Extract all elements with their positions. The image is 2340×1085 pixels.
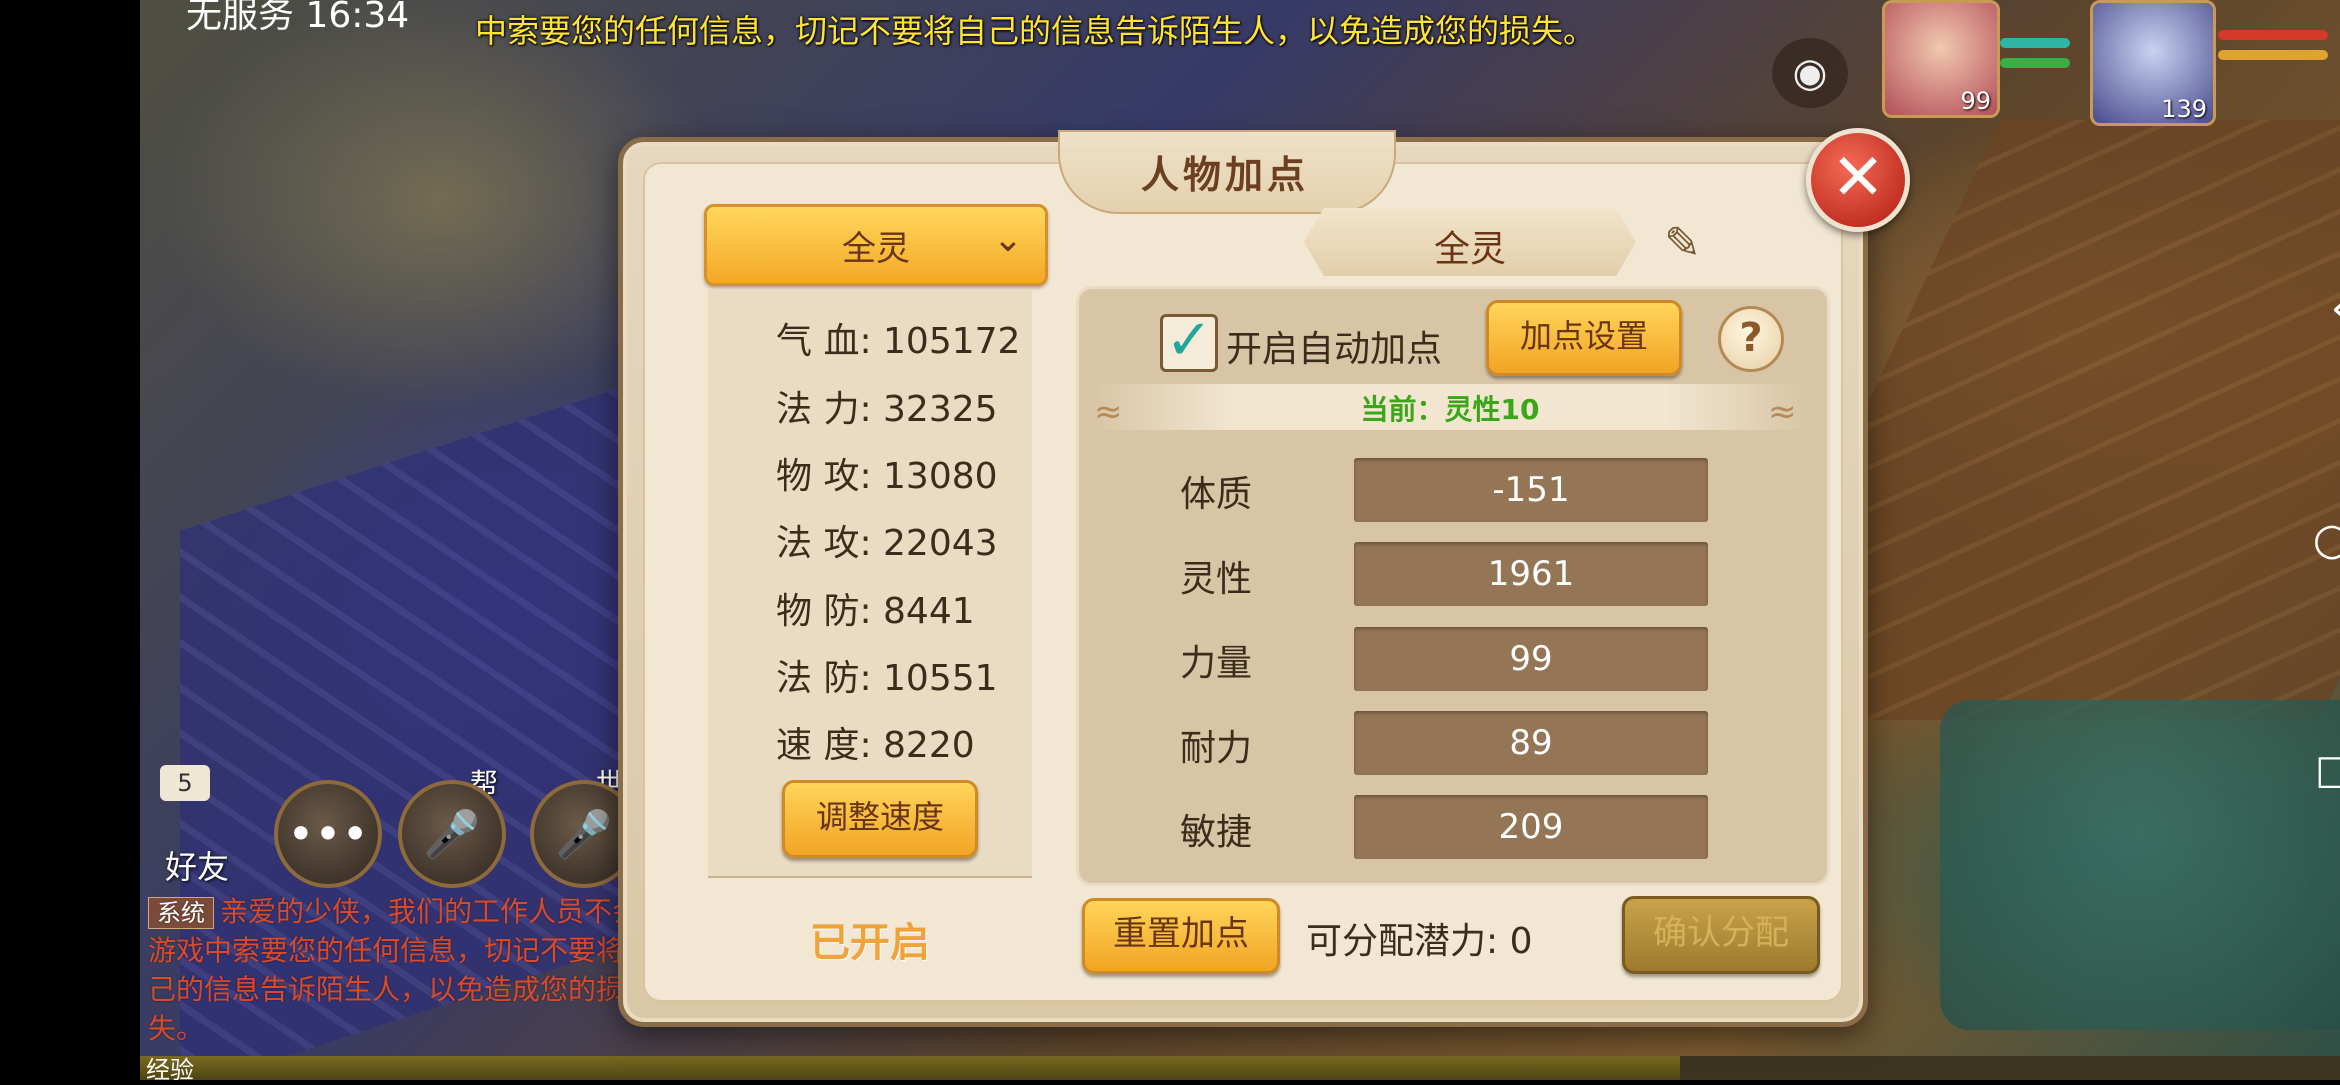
status-bar-left: 无服务 16:34 <box>186 0 409 38</box>
chat-system-tag: 系统 <box>148 897 214 929</box>
reset-points-button[interactable]: 重置加点 <box>1082 898 1280 974</box>
attr-label-endurance: 耐力 <box>1180 728 1253 769</box>
player-exp-bar <box>2000 58 2070 68</box>
scheme-dropdown[interactable]: 全灵 ⌄ <box>704 204 1048 286</box>
scheme-name-tab[interactable]: 全灵 <box>1304 208 1636 276</box>
player-level: 99 <box>1960 87 1991 115</box>
pet-mp-bar <box>2218 50 2328 60</box>
carrier-text: 无服务 <box>186 0 295 36</box>
scheme-tab-label: 全灵 <box>1433 229 1506 270</box>
adjust-speed-button[interactable]: 调整速度 <box>782 780 978 858</box>
stat-magic-defense: 法 防: 10551 <box>776 658 998 699</box>
pencil-icon[interactable]: ✎ <box>1664 218 1701 269</box>
add-settings-button[interactable]: 加点设置 <box>1486 300 1682 376</box>
stat-mp: 法 力: 32325 <box>776 389 998 430</box>
friend-label[interactable]: 好友 <box>165 842 229 888</box>
attr-label-constitution: 体质 <box>1180 474 1253 515</box>
chat-message: 系统 亲爱的少侠，我们的工作人员不会在游戏中索要您的任何信息，切记不要将自己的信息… <box>148 892 668 1048</box>
close-icon[interactable]: ✕ <box>1806 128 1910 232</box>
enabled-status: 已开启 <box>810 920 930 966</box>
exp-bar <box>140 1056 2340 1080</box>
attr-label-strength: 力量 <box>1180 643 1253 684</box>
stat-magic-attack: 法 攻: 22043 <box>776 523 998 564</box>
current-allocation: 当前：灵性10 <box>1360 393 1540 426</box>
pet-hp-bar <box>2218 30 2328 40</box>
potential-label: 可分配潜力: <box>1306 921 1499 962</box>
divider <box>708 876 1032 878</box>
attr-value-constitution: -151 <box>1354 458 1708 522</box>
potential-value: 0 <box>1509 921 1533 962</box>
auto-add-label: 开启自动加点 <box>1226 329 1443 370</box>
home-nav-icon[interactable]: ○ <box>2308 516 2340 564</box>
attr-value-spirit: 1961 <box>1354 542 1708 606</box>
system-marquee: 中索要您的任何信息，切记不要将自己的信息告诉陌生人，以免造成您的损失。 <box>475 12 1596 50</box>
chevron-down-icon: ⌄ <box>992 219 1023 260</box>
chat-text: 亲爱的少侠，我们的工作人员不会在游戏中索要您的任何信息，切记不要将自己的信息告诉… <box>148 895 669 1045</box>
confirm-allocation-button[interactable]: 确认分配 <box>1622 896 1820 974</box>
camera-icon[interactable]: ◉ <box>1772 38 1848 108</box>
player-avatar[interactable]: 99 <box>1882 0 2000 118</box>
stat-speed: 速 度: 8220 <box>776 725 975 766</box>
stat-hp: 气 血: 105172 <box>776 321 1021 362</box>
help-icon[interactable]: ? <box>1718 306 1784 372</box>
attr-value-strength: 99 <box>1354 627 1708 691</box>
pet-level: 139 <box>2161 95 2207 123</box>
attr-value-agility: 209 <box>1354 795 1708 859</box>
back-nav-icon[interactable]: ‹ <box>2316 284 2340 332</box>
attr-value-endurance: 89 <box>1354 711 1708 775</box>
player-mp-bar <box>2000 38 2070 48</box>
clock-text: 16:34 <box>305 0 410 36</box>
dialog-title: 人物加点 <box>1140 153 1309 197</box>
auto-add-checkbox[interactable]: ✓ <box>1160 313 1218 372</box>
mic-icon[interactable]: 🎤 <box>398 780 506 888</box>
attr-label-agility: 敏捷 <box>1180 812 1253 853</box>
attr-label-spirit: 灵性 <box>1180 559 1253 600</box>
pet-avatar[interactable]: 139 <box>2090 0 2216 126</box>
stat-physical-defense: 物 防: 8441 <box>776 591 975 632</box>
stat-physical-attack: 物 攻: 13080 <box>776 456 998 497</box>
chat-bubble-icon[interactable]: ••• <box>274 780 382 888</box>
potential-readout: 可分配潜力: 0 <box>1306 912 1533 964</box>
friend-badge: 5 <box>160 765 210 801</box>
recents-nav-icon[interactable]: □ <box>2310 746 2340 794</box>
